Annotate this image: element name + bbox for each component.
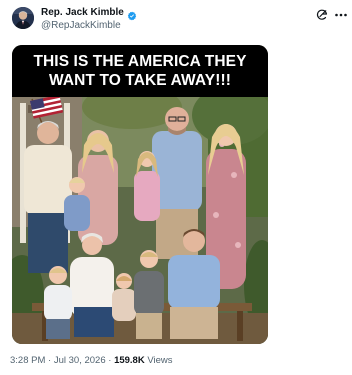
media-caption-banner: THIS IS THE AMERICA THEY WANT TO TAKE AW… [12,45,268,97]
meta-separator: · [48,355,52,366]
name-row: Rep. Jack Kimble [41,7,137,20]
views-label: Views [147,355,173,366]
author-handle[interactable]: @RepJackKimble [41,20,121,31]
more-options-icon[interactable] [334,8,348,20]
avatar[interactable] [12,7,34,29]
post: Rep. Jack Kimble @RepJackKimble THIS IS … [0,0,352,375]
post-time[interactable]: 3:28 PM [10,355,45,366]
post-meta: 3:28 PM · Jul 30, 2026 · 159.8K Views [10,355,173,366]
author-display-name[interactable]: Rep. Jack Kimble [41,7,124,18]
post-header: Rep. Jack Kimble @RepJackKimble [10,5,348,37]
post-media[interactable]: THIS IS THE AMERICA THEY WANT TO TAKE AW… [12,45,268,344]
verified-badge-icon [127,8,137,20]
post-date[interactable]: Jul 30, 2026 [54,355,106,366]
meta-separator: · [108,355,112,366]
avatar-image [12,7,34,29]
grok-icon[interactable] [316,8,328,20]
media-caption-line-1: THIS IS THE AMERICA THEY [33,53,247,70]
views-count[interactable]: 159.8K [114,355,145,366]
media-caption-line-2: WANT TO TAKE AWAY!!! [49,72,231,89]
